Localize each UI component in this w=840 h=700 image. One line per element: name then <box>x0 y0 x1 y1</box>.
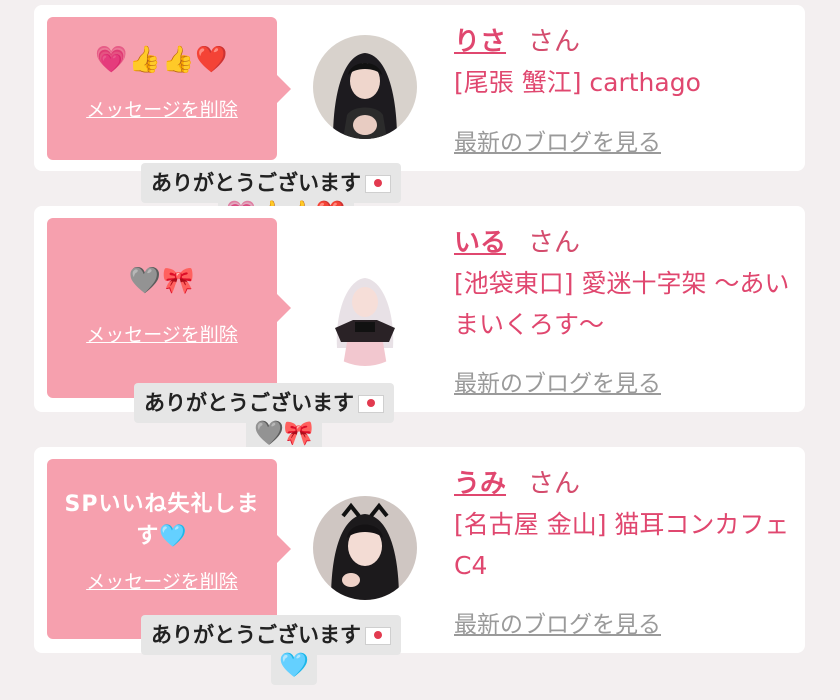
envelope-icon <box>365 175 391 193</box>
profile-name-row: うみ さん <box>454 463 580 500</box>
message-bubble: 🩶🎀 メッセージを削除 <box>47 218 291 398</box>
avatar[interactable] <box>313 496 417 600</box>
honorific: さん <box>528 27 581 57</box>
latest-blog-link[interactable]: 最新のブログを見る <box>454 364 661 398</box>
thanks-text: ありがとうございます <box>144 391 354 415</box>
reply-emoji: 🩵 <box>271 645 317 685</box>
message-text: 🩶🎀 <box>128 266 196 296</box>
shop-info: [尾張 蟹江] carthago <box>454 68 701 97</box>
honorific: さん <box>528 228 581 258</box>
message-bubble: 💗👍👍❤️ メッセージを削除 <box>47 17 291 160</box>
message-text: SPいいね失礼します🩵 <box>64 492 260 549</box>
profile-name-link[interactable]: うみ <box>454 469 506 499</box>
delete-message-link[interactable]: メッセージを削除 <box>86 567 238 594</box>
thanks-text: ありがとうございます <box>151 171 361 195</box>
latest-blog-link[interactable]: 最新のブログを見る <box>454 605 661 639</box>
message-text: 💗👍👍❤️ <box>95 45 229 75</box>
profile-name-row: りさ さん <box>454 21 580 58</box>
envelope-icon <box>358 395 384 413</box>
avatar[interactable] <box>313 262 417 366</box>
latest-blog-link[interactable]: 最新のブログを見る <box>454 123 661 157</box>
envelope-icon <box>365 627 391 645</box>
message-card-2: 🩶🎀 メッセージを削除 いる さん [池袋東口] 愛迷十字架 〜あいまいくろす〜 … <box>34 206 805 412</box>
delete-message-link[interactable]: メッセージを削除 <box>86 320 238 347</box>
shop-info: [名古屋 金山] 猫耳コンカフェ C4 <box>454 510 790 580</box>
shop-info: [池袋東口] 愛迷十字架 〜あいまいくろす〜 <box>454 269 790 339</box>
thanks-text: ありがとうございます <box>151 623 361 647</box>
avatar[interactable] <box>313 35 417 139</box>
message-card-1: 💗👍👍❤️ メッセージを削除 りさ さん [尾張 蟹江] carthago 最新の… <box>34 5 805 171</box>
delete-message-link[interactable]: メッセージを削除 <box>86 95 238 122</box>
profile-name-link[interactable]: いる <box>454 228 506 258</box>
profile-name-row: いる さん <box>454 222 580 259</box>
profile-name-link[interactable]: りさ <box>454 27 506 57</box>
message-bubble: SPいいね失礼します🩵 メッセージを削除 <box>47 459 291 639</box>
honorific: さん <box>528 469 581 499</box>
